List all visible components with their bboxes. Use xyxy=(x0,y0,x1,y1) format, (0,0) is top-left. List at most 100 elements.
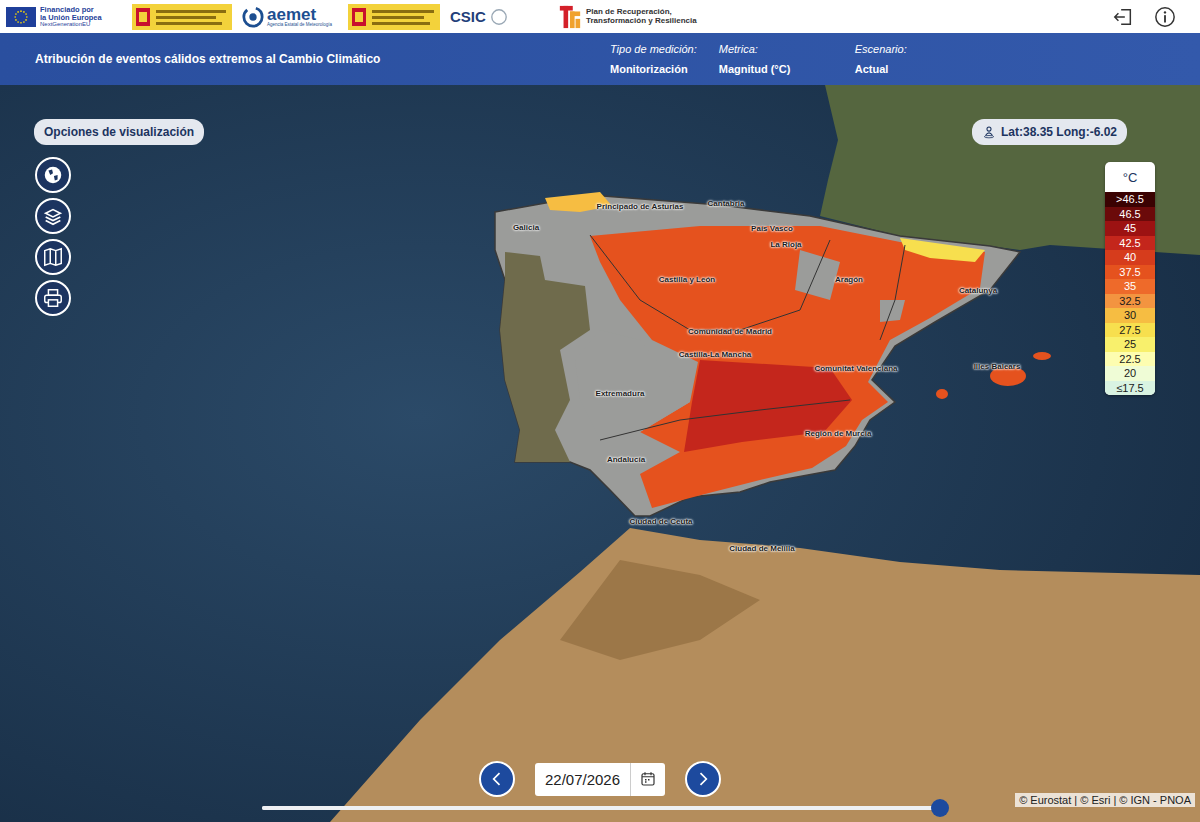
toolbar-field[interactable]: Metrica: Magnitud (°C) xyxy=(719,43,833,75)
ministry-logo xyxy=(348,4,440,30)
plan-mark-icon xyxy=(558,4,582,30)
region-label: Ciudad de Ceuta xyxy=(629,517,692,526)
mild-area xyxy=(900,238,985,262)
region-label: Principado de Asturias xyxy=(597,202,684,211)
date-value: 22/07/2026 xyxy=(535,763,631,796)
map-tools xyxy=(34,157,204,316)
legend: °C>46.546.54542.54037.53532.53027.52522.… xyxy=(1105,162,1155,395)
legend-unit: °C xyxy=(1105,162,1155,192)
legend-item: 32.5 xyxy=(1105,294,1155,309)
region-label: Extremadura xyxy=(596,389,645,398)
field-value: Monitorización xyxy=(610,63,697,75)
layers-button[interactable] xyxy=(35,198,71,234)
legend-item: 45 xyxy=(1105,221,1155,236)
legend-item: 27.5 xyxy=(1105,323,1155,338)
chevron-left-icon xyxy=(487,769,507,789)
region-label: Galicia xyxy=(513,223,539,232)
slider-track xyxy=(262,806,948,810)
info-icon[interactable] xyxy=(1154,6,1176,28)
legend-item: 40 xyxy=(1105,250,1155,265)
cool-patch xyxy=(795,250,840,300)
map-button[interactable] xyxy=(35,239,71,275)
coordinates-text: Lat:38.35 Long:-6.02 xyxy=(1001,125,1117,139)
region-label: Andalucía xyxy=(607,455,645,464)
calendar-button[interactable] xyxy=(631,763,665,796)
spain-coat-icon xyxy=(132,4,232,30)
csic-name: CSIC xyxy=(450,8,486,25)
toolbar-field[interactable]: Tipo de medición: Monitorización xyxy=(610,43,697,75)
legend-item: 42.5 xyxy=(1105,236,1155,251)
aemet-swirl-icon xyxy=(242,6,264,28)
eu-text: Financiado porla Unión EuropeaNextGenera… xyxy=(40,6,102,27)
aemet-subtitle: Agencia Estatal de Meteorología xyxy=(267,23,332,28)
field-label: Tipo de medición: xyxy=(610,43,697,55)
map[interactable]: Principado de Asturias Cantabria Galicia Pa… xyxy=(0,85,1200,822)
africa-land xyxy=(330,528,1200,822)
eu-text-line: la Unión Europea xyxy=(40,14,102,22)
aemet-text: aemetAgencia Estatal de Meteorología xyxy=(267,6,332,28)
print-button[interactable] xyxy=(35,280,71,316)
top-actions xyxy=(1112,6,1176,28)
logout-icon[interactable] xyxy=(1112,6,1134,28)
calendar-icon xyxy=(639,770,657,788)
legend-item: 30 xyxy=(1105,308,1155,323)
plan-logo: Plan de Recuperación, Transformación y R… xyxy=(558,4,708,30)
region-label: Illes Balears xyxy=(974,362,1021,371)
toolbar-fields: Tipo de medición:MonitorizaciónMetrica:M… xyxy=(610,43,935,75)
field-label: Metrica: xyxy=(719,43,833,55)
chevron-right-icon xyxy=(693,769,713,789)
field-value: Magnitud (°C) xyxy=(719,63,833,75)
legend-item: 20 xyxy=(1105,366,1155,381)
region-label: Aragón xyxy=(835,275,863,284)
logo-bar: Financiado porla Unión EuropeaNextGenera… xyxy=(0,0,1200,33)
slider-thumb[interactable] xyxy=(931,799,949,817)
logos: Financiado porla Unión EuropeaNextGenera… xyxy=(6,4,708,30)
location-person-icon xyxy=(982,125,996,139)
region-label: Ciudad de Melilla xyxy=(729,544,794,553)
region-label: Castilla-La Mancha xyxy=(679,350,751,359)
attribution: © Eurostat | © Esri | © IGN - PNOA xyxy=(1015,793,1195,807)
toolbar-field[interactable]: Escenario: Actual xyxy=(855,43,935,75)
date-field[interactable]: 22/07/2026 xyxy=(535,763,665,796)
eu-flag-icon xyxy=(6,7,36,27)
aemet-name: aemet xyxy=(267,6,332,23)
page: Financiado porla Unión EuropeaNextGenera… xyxy=(0,0,1200,822)
date-slider[interactable] xyxy=(262,806,948,812)
government-logo xyxy=(132,4,232,30)
legend-item: ≤17.5 xyxy=(1105,381,1155,396)
region-border xyxy=(880,245,905,340)
next-day-button[interactable] xyxy=(685,761,721,797)
layers-icon xyxy=(42,205,64,227)
map-canvas[interactable] xyxy=(0,85,1200,822)
date-controls: 22/07/2026 xyxy=(0,761,1200,797)
legend-item: 37.5 xyxy=(1105,265,1155,280)
legend-item: 46.5 xyxy=(1105,207,1155,222)
eu-text-line: Financiado por xyxy=(40,6,102,14)
printer-icon xyxy=(42,287,64,309)
region-label: País Vasco xyxy=(751,224,793,233)
map-icon xyxy=(42,246,64,268)
visualization-panel: Opciones de visualización xyxy=(34,119,204,316)
region-label: Región de Murcia xyxy=(805,429,872,438)
region-label: La Rioja xyxy=(770,240,801,249)
globe-button[interactable] xyxy=(35,157,71,193)
legend-item: >46.5 xyxy=(1105,192,1155,207)
app-title: Atribución de eventos cálidos extremos a… xyxy=(35,52,610,66)
previous-day-button[interactable] xyxy=(479,761,515,797)
region-label: Comunidad de Madrid xyxy=(688,327,772,336)
aemet-logo: aemetAgencia Estatal de Meteorología xyxy=(242,6,338,28)
field-label: Escenario: xyxy=(855,43,935,55)
region-label: Cantabria xyxy=(708,199,745,208)
spain-coat-icon xyxy=(348,4,440,30)
eu-text-line: NextGenerationEU xyxy=(40,21,102,27)
region-border xyxy=(590,235,830,330)
field-value: Actual xyxy=(855,63,935,75)
heat-core xyxy=(684,360,852,452)
ibiza-land xyxy=(936,389,948,399)
cool-patch xyxy=(880,300,905,322)
region-label: Comunitat Valenciana xyxy=(814,364,897,373)
portugal-land xyxy=(500,252,590,462)
africa-relief xyxy=(560,560,760,660)
menorca-land xyxy=(1033,352,1051,360)
visualization-options-button[interactable]: Opciones de visualización xyxy=(34,119,204,145)
